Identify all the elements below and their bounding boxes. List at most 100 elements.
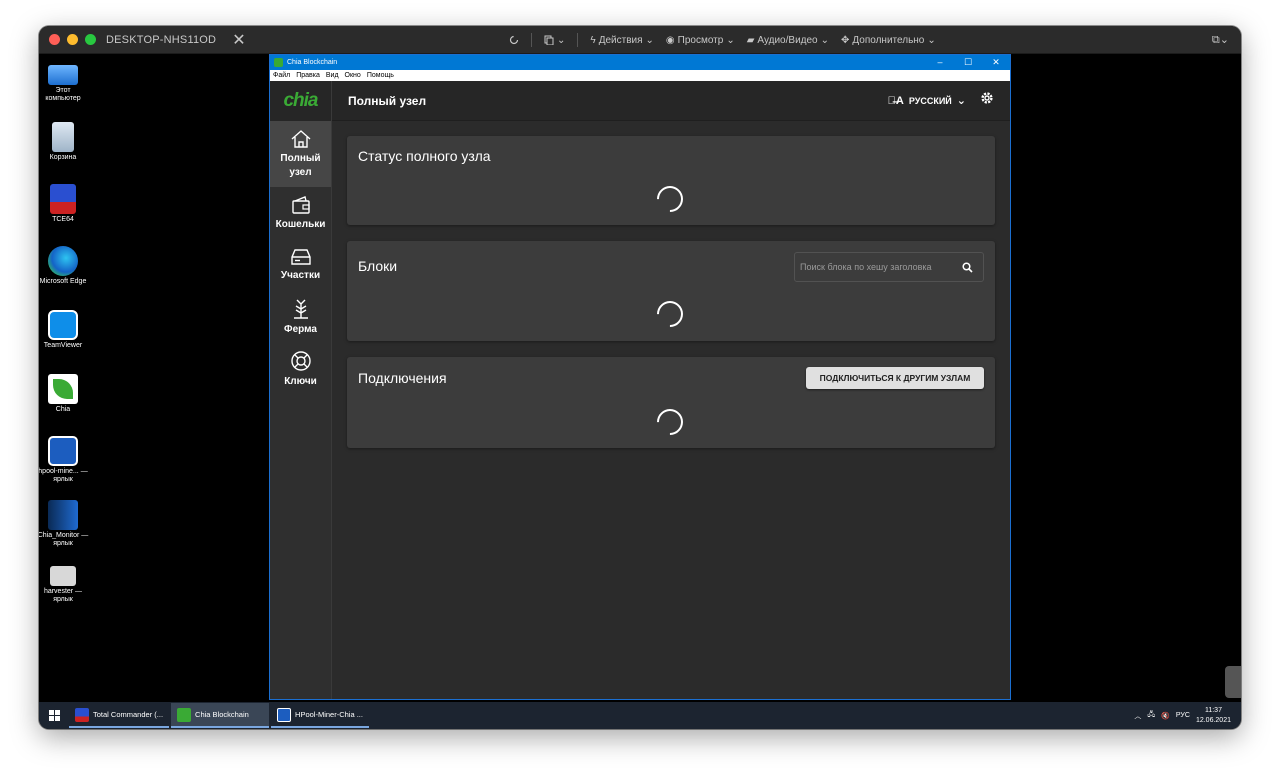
card-title: Статус полного узла — [358, 148, 491, 164]
desktop-icon-label: Chia — [55, 406, 71, 413]
zoom-dot[interactable] — [85, 34, 96, 45]
block-search-field[interactable]: Поиск блока по хешу заголовка — [794, 252, 984, 282]
system-tray: ︿ 🖧 🔇 РУС 11:37 12.06.2021 — [1134, 706, 1231, 726]
connections-card: Подключения ПОДКЛЮЧИТЬСЯ К ДРУГИМ УЗЛАМ — [347, 357, 995, 448]
chevron-down-icon: ⌄ — [956, 95, 966, 107]
chia-logo: chia — [283, 90, 318, 111]
language-selector[interactable]: 文̶A РУССКИЙ ⌄ — [888, 94, 966, 108]
shortcut-app-icon — [48, 436, 78, 466]
chevron-down-icon: ⌄ — [726, 34, 735, 46]
connect-to-peers-button[interactable]: ПОДКЛЮЧИТЬСЯ К ДРУГИМ УЗЛАМ — [806, 367, 984, 389]
app-menubar: Файл Правка Вид Окно Помощь — [270, 70, 1010, 81]
wallet-icon — [291, 195, 310, 214]
actions-label: Действия — [598, 34, 643, 46]
more-menu[interactable]: ✥ Дополнительно ⌄ — [841, 35, 936, 46]
desktop-icon-label: TCE64 — [52, 216, 74, 223]
start-button[interactable] — [39, 710, 69, 721]
taskbar-item-hpool[interactable]: HPool-Miner-Chia ... — [271, 703, 369, 728]
toolbar-divider — [577, 33, 579, 47]
loading-spinner — [651, 295, 689, 333]
edge-icon — [48, 246, 78, 276]
sidebar-item-wallets[interactable]: Кошельки — [270, 187, 331, 239]
logo-area: chia — [270, 81, 331, 121]
chia-leaf-icon — [177, 707, 192, 722]
chia-app-window: Chia Blockchain – ☐ ✕ Файл Правка Вид Ок… — [269, 54, 1011, 700]
teamviewer-icon — [48, 310, 78, 340]
desktop-icon-label: Chia_Monitor — ярлык — [39, 532, 89, 547]
sidebar-item-label: Ферма — [284, 323, 317, 335]
desktop-icon-label: TeamViewer — [43, 342, 83, 349]
clipboard-menu[interactable]: ⌄ — [544, 35, 565, 46]
sidebar-item-farm[interactable]: Ферма — [270, 291, 331, 343]
desktop-icon-tce64[interactable]: TCE64 — [39, 184, 89, 224]
more-label: Дополнительно — [852, 34, 925, 46]
disconnect-icon[interactable]: ✕ — [232, 30, 245, 50]
sidebar-item-label: Полный узел — [280, 152, 321, 178]
desktop-icon-recycle-bin[interactable]: Корзина — [39, 122, 89, 162]
desktop-icon-label: Microsoft Edge — [39, 278, 87, 285]
minimize-button[interactable]: – — [926, 57, 954, 68]
search-input[interactable]: Поиск блока по хешу заголовка — [800, 262, 962, 272]
speaker-muted-icon[interactable]: 🔇 — [1161, 712, 1170, 720]
sidebar-item-keys[interactable]: Ключи — [270, 343, 331, 395]
actions-menu[interactable]: ϟ Действия ⌄ — [590, 35, 654, 46]
desktop-icon-hpool[interactable]: hpool-mine... — ярлык — [39, 436, 89, 484]
taskbar-item-chia[interactable]: Chia Blockchain — [171, 703, 270, 728]
app-window-title: Chia Blockchain — [287, 59, 338, 66]
clipboard-icon — [544, 35, 554, 45]
desktop-icon-edge[interactable]: Microsoft Edge — [39, 246, 89, 286]
eye-icon: ◉ — [665, 34, 675, 46]
sidebar: chia Полный узел Кошельки Участки Ферма … — [270, 81, 332, 699]
maximize-button[interactable]: ☐ — [954, 57, 982, 68]
sidebar-item-label: Участки — [280, 269, 321, 281]
close-button[interactable]: ✕ — [982, 57, 1010, 68]
app-window-controls: – ☐ ✕ — [926, 57, 1010, 68]
date: 12.06.2021 — [1195, 716, 1231, 724]
network-icon[interactable]: 🖧 — [1147, 710, 1155, 721]
page-title: Полный узел — [348, 93, 427, 108]
chevron-down-icon: ⌄ — [645, 34, 654, 46]
menu-view[interactable]: Вид — [326, 72, 339, 79]
clock[interactable]: 11:37 12.06.2021 — [1196, 706, 1231, 726]
card-title: Блоки — [358, 258, 398, 274]
view-menu[interactable]: ◉ Просмотр ⌄ — [666, 35, 735, 46]
input-language[interactable]: РУС — [1176, 712, 1190, 719]
reload-icon[interactable] — [509, 35, 519, 45]
chat-icon: ▰ — [746, 34, 755, 46]
menu-help[interactable]: Помощь — [367, 72, 394, 79]
chevron-up-icon[interactable]: ︿ — [1134, 711, 1141, 721]
close-dot[interactable] — [49, 34, 60, 45]
search-icon — [962, 261, 973, 273]
home-icon — [291, 129, 310, 148]
av-label: Аудио/Видео — [757, 34, 818, 46]
desktop-icon-this-pc[interactable]: Этот компьютер — [39, 60, 89, 103]
window-mode-icon[interactable]: ⧉⌄ — [1212, 33, 1229, 47]
task-label: Total Commander (... — [93, 710, 164, 719]
floppy-icon — [75, 707, 89, 722]
shortcut-app-icon — [277, 707, 292, 722]
desktop-icon-teamviewer[interactable]: TeamViewer — [39, 310, 89, 350]
desktop-icon-harvester[interactable]: harvester — ярлык — [39, 566, 89, 604]
menu-file[interactable]: Файл — [273, 72, 290, 79]
minimize-dot[interactable] — [67, 34, 78, 45]
mac-titlebar: DESKTOP-NHS11OD ✕ ⌄ ϟ Действия ⌄ ◉ Просм… — [39, 26, 1241, 54]
av-menu[interactable]: ▰ Аудио/Видео ⌄ — [747, 35, 829, 46]
chevron-down-icon: ⌄ — [820, 34, 829, 46]
taskbar-item-total-commander[interactable]: Total Commander (... — [69, 703, 170, 728]
desktop-icon-chia[interactable]: Chia — [39, 374, 89, 414]
desktop-icon-label: hpool-mine... — ярлык — [39, 468, 88, 483]
menu-window[interactable]: Окно — [345, 72, 361, 79]
sprout-icon — [293, 299, 308, 319]
desktop-icon-chia-monitor[interactable]: Chia_Monitor — ярлык — [39, 500, 89, 548]
full-node-status-card: Статус полного узла — [347, 136, 995, 225]
window-controls — [49, 34, 96, 45]
gear-icon — [981, 92, 993, 104]
chevron-down-icon: ⌄ — [927, 34, 936, 46]
teamviewer-side-tab[interactable] — [1225, 666, 1241, 698]
view-label: Просмотр — [677, 34, 724, 46]
settings-button[interactable] — [980, 91, 994, 110]
sidebar-item-plots[interactable]: Участки — [270, 239, 331, 291]
menu-edit[interactable]: Правка — [296, 72, 320, 79]
sidebar-item-full-node[interactable]: Полный узел — [270, 121, 331, 187]
app-titlebar: Chia Blockchain – ☐ ✕ — [270, 55, 1010, 70]
